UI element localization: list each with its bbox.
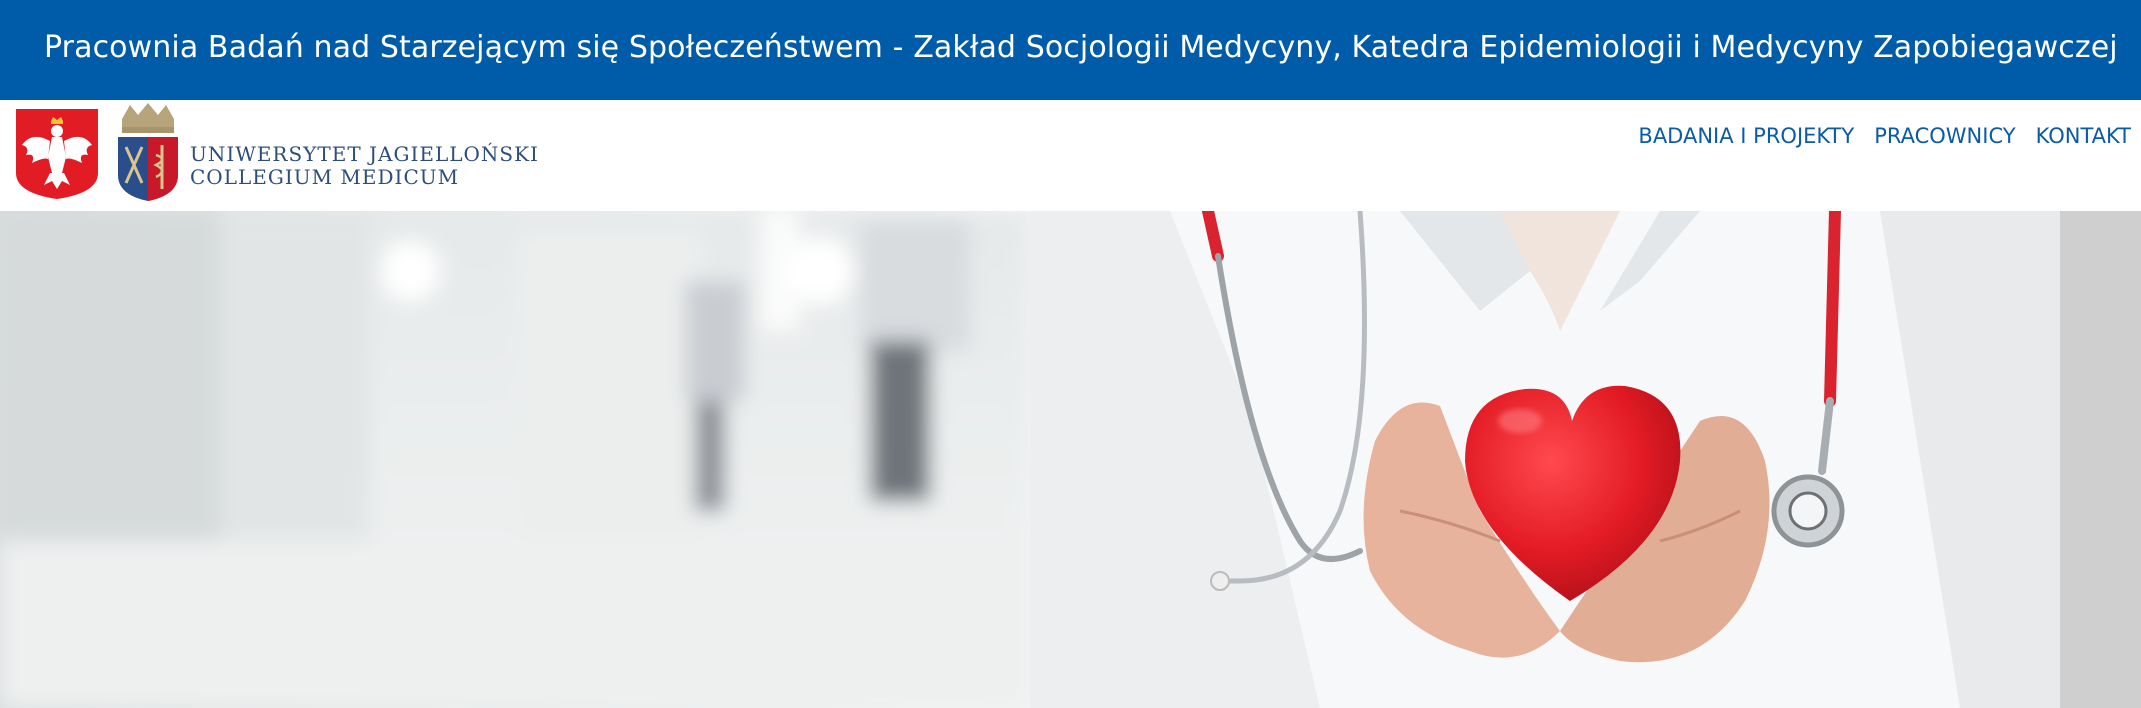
site-title: Pracownia Badań nad Starzejącym się Społ…	[44, 30, 2118, 65]
hero-illustration	[0, 211, 2141, 708]
hero-banner-image	[0, 211, 2141, 708]
menu-item-kontakt[interactable]: KONTAKT	[2036, 124, 2131, 148]
polish-eagle-emblem-icon[interactable]	[14, 107, 100, 201]
university-name-line2: COLLEGIUM MEDICUM	[190, 165, 460, 189]
university-name-line1: UNIWERSYTET JAGIELLOŃSKI	[190, 142, 539, 166]
menu-item-badania-i-projekty[interactable]: BADANIA I PROJEKTY	[1638, 124, 1854, 148]
blurred-corridor	[0, 211, 1030, 708]
menu-item-pracownicy[interactable]: PRACOWNICY	[1874, 124, 2015, 148]
site-header-bar: Pracownia Badań nad Starzejącym się Społ…	[0, 0, 2141, 100]
main-menu: BADANIA I PROJEKTY PRACOWNICY KONTAKT	[1638, 124, 2131, 148]
university-crest-icon[interactable]	[116, 101, 180, 203]
university-name[interactable]: UNIWERSYTET JAGIELLOŃSKI COLLEGIUM MEDIC…	[190, 143, 539, 189]
